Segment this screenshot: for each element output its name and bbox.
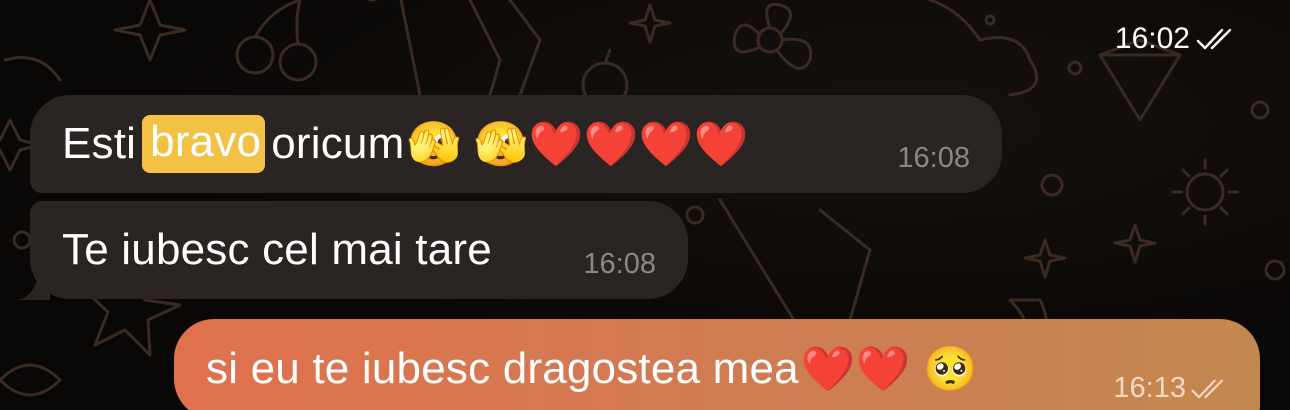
chat-view: 16:02 Esti bravo oricum 🫣 🫣❤️❤️❤️❤️ 16:0… <box>0 0 1290 410</box>
bubble-tail <box>18 276 50 300</box>
message-text: si eu te iubesc dragostea mea ❤️❤️ 🥺 <box>206 343 978 395</box>
outgoing-message-bubble[interactable]: si eu te iubesc dragostea mea ❤️❤️ 🥺 16:… <box>174 319 1260 410</box>
incoming-message-bubble[interactable]: Esti bravo oricum 🫣 🫣❤️❤️❤️❤️ 16:08 <box>30 95 1002 193</box>
message-meta: 16:13 <box>1113 372 1230 405</box>
emoji-sequence: ❤️❤️ 🥺 <box>800 345 979 394</box>
message-text-body: si eu te iubesc dragostea mea <box>206 344 799 393</box>
previous-message-time: 16:02 <box>1114 22 1190 55</box>
message-text-end: oricum <box>271 119 405 168</box>
previous-message-meta: 16:02 <box>1115 22 1238 56</box>
message-text: Te iubesc cel mai tare <box>62 225 492 274</box>
double-check-icon <box>1190 378 1230 400</box>
emoji-sequence: 🫣 🫣❤️❤️❤️❤️ <box>406 120 749 169</box>
message-text: Esti bravo oricum 🫣 🫣❤️❤️❤️❤️ <box>62 115 749 173</box>
message-text-start: Esti <box>62 119 137 168</box>
message-time: 16:08 <box>897 142 970 174</box>
double-check-icon <box>1196 27 1238 51</box>
message-time: 16:08 <box>583 248 656 280</box>
incoming-message-bubble[interactable]: Te iubesc cel mai tare 16:08 <box>30 201 688 299</box>
message-time: 16:13 <box>1113 372 1186 404</box>
search-highlight: bravo <box>142 115 266 173</box>
